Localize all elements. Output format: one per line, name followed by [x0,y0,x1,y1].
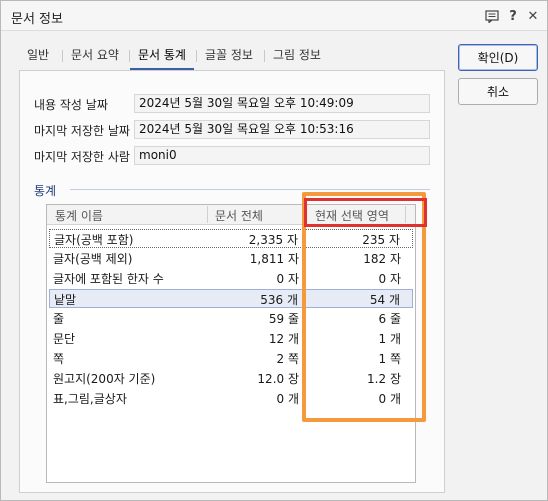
stat-name: 낱말 [54,293,77,307]
saved-date-label: 마지막 저장한 날짜 [34,124,130,138]
tab-general[interactable]: 일반 [19,43,57,70]
tab-image-info[interactable]: 그림 정보 [265,43,329,70]
stat-name: 줄 [53,312,65,326]
title-bar: 문서 정보 ? ✕ [1,1,547,31]
column-header-total[interactable]: 문서 전체 [215,207,263,224]
statistics-group-label: 통계 [34,184,57,198]
stat-total: 2,335 자 [248,233,298,247]
stat-name: 글자(공백 제외) [53,252,133,266]
stat-total: 12 개 [268,332,299,346]
stat-name: 글자(공백 포함) [54,233,134,247]
tab-font-info[interactable]: 글꼴 정보 [197,43,261,70]
saved-date-field: 2024년 5월 30일 목요일 오후 10:53:16 [134,120,430,139]
saver-label: 마지막 저장한 사람 [34,150,130,164]
stat-total: 536 개 [260,293,298,307]
chat-icon[interactable] [483,7,501,25]
stat-total: 0 자 [276,272,300,286]
dialog-title: 문서 정보 [11,12,63,27]
stat-total: 1,811 자 [249,252,299,266]
stat-name: 문단 [53,332,76,346]
ok-button[interactable]: 확인(D) [458,44,538,71]
stat-total: 2 쪽 [276,352,300,366]
stat-name: 글자에 포함된 한자 수 [53,272,164,286]
stat-total: 0 개 [276,392,300,406]
close-icon[interactable]: ✕ [524,7,542,25]
stat-total: 12.0 장 [257,372,299,386]
saver-field: moni0 [134,146,430,165]
created-date-label: 내용 작성 날짜 [34,98,108,112]
stat-name: 원고지(200자 기준) [53,372,156,386]
created-date-field: 2024년 5월 30일 목요일 오후 10:49:09 [134,94,430,113]
chat-icon-glyph [485,9,499,23]
document-info-dialog: 문서 정보 ? ✕ 일반 문서 요약 문서 통계 글꼴 정보 그림 정보 내용 … [0,0,548,501]
help-icon[interactable]: ? [504,7,522,25]
cancel-button[interactable]: 취소 [458,78,538,105]
column-header-name[interactable]: 통계 이름 [55,207,103,224]
group-divider [70,189,430,190]
stat-name: 표,그림,글상자 [53,392,127,406]
selection-header-highlight [304,198,427,227]
tab-summary[interactable]: 문서 요약 [63,43,127,70]
column-divider[interactable] [207,206,208,223]
stat-name: 쪽 [53,352,65,366]
stat-total: 59 줄 [268,312,299,326]
tab-statistics[interactable]: 문서 통계 [130,43,194,70]
